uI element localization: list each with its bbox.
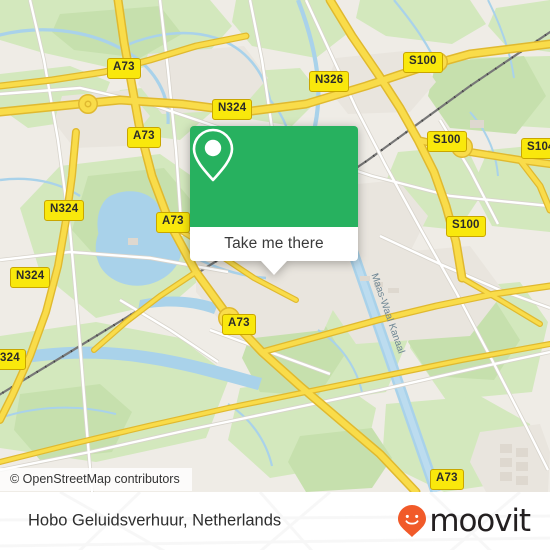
road-shield: S100 bbox=[427, 131, 467, 152]
road-shield: S100 bbox=[446, 216, 486, 237]
moovit-pin-smiley-icon bbox=[398, 505, 427, 537]
road-shield: A73 bbox=[107, 58, 141, 79]
map-pin-icon bbox=[192, 128, 234, 182]
take-me-there-button[interactable]: Take me there bbox=[190, 227, 358, 261]
road-shield: N324 bbox=[44, 200, 85, 221]
road-shield: A73 bbox=[156, 212, 190, 233]
attribution-text: © OpenStreetMap contributors bbox=[10, 472, 180, 486]
road-shield: N326 bbox=[309, 71, 350, 92]
road-shield: N324 bbox=[10, 267, 51, 288]
map-attribution[interactable]: © OpenStreetMap contributors bbox=[0, 468, 192, 491]
map-canvas[interactable]: A73 N326 S100 N324 A73 S100 S104 N324 A73 S100 N32… bbox=[0, 0, 550, 492]
location-callout[interactable]: Take me there bbox=[190, 126, 358, 275]
callout-icon-area bbox=[190, 126, 358, 227]
moovit-location-card: A73 N326 S100 N324 A73 S100 S104 N324 A73 S100 N32… bbox=[0, 0, 550, 550]
moovit-logo[interactable]: moovit bbox=[397, 502, 531, 539]
road-shield: 324 bbox=[0, 349, 26, 370]
road-shield: A73 bbox=[222, 314, 256, 335]
road-shield: A73 bbox=[430, 469, 464, 490]
road-shield: S100 bbox=[403, 52, 443, 73]
callout-pointer bbox=[261, 261, 287, 275]
footer-bar: Hobo Geluidsverhuur, Netherlands moovit bbox=[0, 492, 550, 550]
road-shield: N324 bbox=[212, 99, 253, 120]
road-shield: S104 bbox=[521, 138, 550, 159]
moovit-wordmark: moovit bbox=[429, 502, 531, 539]
road-shield: A73 bbox=[127, 127, 161, 148]
place-title: Hobo Geluidsverhuur, Netherlands bbox=[28, 511, 282, 530]
take-me-there-label: Take me there bbox=[224, 235, 324, 252]
